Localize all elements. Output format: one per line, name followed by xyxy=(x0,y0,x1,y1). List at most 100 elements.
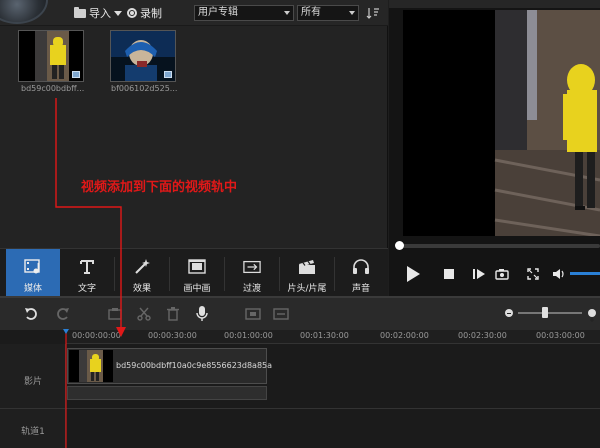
media-item-name: bf006102d525... xyxy=(111,84,178,93)
fullscreen-icon xyxy=(527,268,539,280)
tab-text-label: 文字 xyxy=(77,284,96,294)
media-item-name: bd59c00bdbff... xyxy=(21,84,85,93)
stop-button[interactable] xyxy=(439,264,459,284)
zoom-out-icon[interactable] xyxy=(505,309,513,317)
tab-sound[interactable]: 声音 xyxy=(334,249,388,297)
volume-button[interactable] xyxy=(549,264,569,284)
filter-select[interactable]: 所有 xyxy=(297,5,359,21)
preview-panel xyxy=(389,0,600,296)
annotation-text: 视频添加到下面的视频轨中 xyxy=(81,180,238,195)
track1-label: 轨道1 xyxy=(21,427,45,437)
tab-effects[interactable]: 效果 xyxy=(115,249,169,297)
video-type-badge-icon xyxy=(164,71,172,78)
sort-icon[interactable] xyxy=(366,6,380,20)
undo-icon xyxy=(25,308,37,320)
play-button[interactable] xyxy=(403,264,423,284)
video-type-badge-icon xyxy=(72,71,80,78)
crop-icon xyxy=(108,308,122,320)
timeline-clip[interactable]: bd59c00bdbff10a0c9e8556623d8a85a xyxy=(67,348,272,384)
chevron-down-icon xyxy=(349,11,355,15)
track-headers: 影片 轨道1 xyxy=(0,344,66,448)
ruler-time-label: 00:03:00:00 xyxy=(536,331,585,340)
headphones-icon xyxy=(352,259,370,275)
record-icon xyxy=(127,8,137,18)
speaker-icon xyxy=(553,269,564,279)
video-frame xyxy=(403,10,600,236)
import-label: 导入 xyxy=(89,7,111,20)
crop-button[interactable] xyxy=(106,305,124,323)
ruler-time-label: 00:00:30:00 xyxy=(148,331,197,340)
timeline-panel: 00:00:00:00 00:00:30:00 00:01:00:00 00:0… xyxy=(0,296,600,448)
tab-text[interactable]: 文字 xyxy=(60,249,114,297)
tab-media-label: 媒体 xyxy=(23,284,42,294)
album-select-value: 用户专辑 xyxy=(198,7,238,18)
zoom-in-icon[interactable] xyxy=(588,309,596,322)
redo-icon xyxy=(57,308,69,320)
video-preview[interactable] xyxy=(403,10,600,236)
ruler-time-label: 00:01:00:00 xyxy=(224,331,273,340)
tab-media[interactable]: 媒体 xyxy=(6,249,60,297)
microphone-icon xyxy=(196,306,208,321)
tab-intro-outro-label: 片头/片尾 xyxy=(287,284,327,294)
undo-button[interactable] xyxy=(22,305,40,323)
clip-name: bd59c00bdbff10a0c9e8556623d8a85a xyxy=(116,361,273,370)
next-frame-icon xyxy=(473,269,485,279)
zoom-slider-handle[interactable] xyxy=(542,307,548,318)
next-frame-button[interactable] xyxy=(469,264,489,284)
aspect-button[interactable] xyxy=(272,305,290,323)
tab-transition[interactable]: 过渡 xyxy=(225,249,279,297)
ruler-time-label: 00:01:30:00 xyxy=(300,331,349,340)
tab-intro-outro[interactable]: 片头/片尾 xyxy=(280,249,334,297)
fit-screen-icon xyxy=(245,308,261,320)
scissors-icon xyxy=(137,307,151,321)
tab-picture-in-picture[interactable]: 画中画 xyxy=(170,249,224,297)
tab-picture-in-picture-label: 画中画 xyxy=(183,284,211,294)
folder-icon xyxy=(74,6,86,18)
tab-effects-label: 效果 xyxy=(132,284,151,294)
track-divider xyxy=(0,408,600,409)
redo-button[interactable] xyxy=(54,305,72,323)
fullscreen-button[interactable] xyxy=(523,264,543,284)
clapper-icon xyxy=(298,259,316,275)
timeline-toolbar xyxy=(0,298,600,330)
trash-icon xyxy=(167,307,179,321)
zoom-slider[interactable] xyxy=(518,312,582,314)
volume-slider[interactable] xyxy=(570,272,600,275)
cut-button[interactable] xyxy=(135,305,153,323)
record-button[interactable]: 录制 xyxy=(127,5,162,21)
clip-thumbnail xyxy=(69,350,113,382)
film-music-icon xyxy=(24,259,42,275)
clip-audio-strip[interactable] xyxy=(67,386,267,400)
text-t-icon xyxy=(78,259,96,275)
picture-in-picture-icon xyxy=(188,259,206,275)
ruler-time-label: 00:02:30:00 xyxy=(458,331,507,340)
import-button[interactable]: 导入 xyxy=(74,5,122,21)
camera-icon xyxy=(495,269,509,280)
library-toolbar: 导入 录制 用户专辑 所有 xyxy=(0,0,388,26)
category-bar: 媒体 文字 效果 画中画 过渡 片头/片尾 声音 xyxy=(0,248,388,297)
chevron-down-icon xyxy=(284,11,290,15)
record-label: 录制 xyxy=(140,7,162,20)
ruler-time-label: 00:02:00:00 xyxy=(380,331,429,340)
stop-icon xyxy=(444,269,454,279)
magic-wand-icon xyxy=(133,259,151,275)
filter-select-value: 所有 xyxy=(301,7,321,18)
preview-header xyxy=(389,0,600,8)
tab-sound-label: 声音 xyxy=(351,284,370,294)
transition-icon xyxy=(243,259,261,275)
voiceover-button[interactable] xyxy=(193,305,211,323)
tab-transition-label: 过渡 xyxy=(242,284,261,294)
video-track-label: 影片 xyxy=(23,377,42,387)
ruler-time-label: 00:00:00:00 xyxy=(72,331,121,340)
media-thumbnail[interactable] xyxy=(18,30,84,82)
playback-progress-track[interactable] xyxy=(399,244,600,248)
delete-button[interactable] xyxy=(164,305,182,323)
fit-screen-button[interactable] xyxy=(244,305,262,323)
media-library-panel: 导入 录制 用户专辑 所有 bd59c00bdbff... bf006102d5… xyxy=(0,0,388,248)
album-select[interactable]: 用户专辑 xyxy=(194,5,294,21)
timeline-ruler[interactable]: 00:00:00:00 00:00:30:00 00:01:00:00 00:0… xyxy=(66,330,600,344)
snapshot-button[interactable] xyxy=(492,264,512,284)
playback-progress-handle[interactable] xyxy=(395,241,404,250)
media-thumbnail[interactable] xyxy=(110,30,176,82)
play-icon xyxy=(407,266,420,282)
